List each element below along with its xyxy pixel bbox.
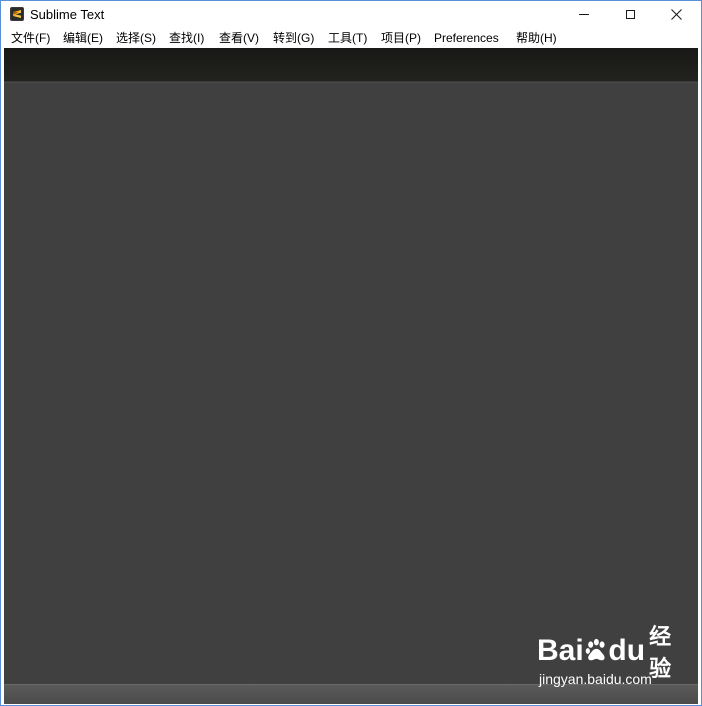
window-title: Sublime Text (30, 7, 105, 22)
sublime-logo-mark (13, 10, 21, 18)
menu-preferences[interactable]: Preferences (434, 30, 499, 46)
menu-find[interactable]: 查找(I) (169, 30, 204, 46)
menu-tools[interactable]: 工具(T) (328, 30, 367, 46)
maximize-button[interactable] (607, 1, 653, 28)
menu-help[interactable]: 帮助(H) (516, 30, 557, 46)
close-icon (670, 9, 682, 20)
watermark-url: jingyan.baidu.com (539, 671, 652, 687)
menu-file[interactable]: 文件(F) (11, 30, 50, 46)
logo-text-du: du (608, 634, 646, 667)
maximize-icon (625, 10, 635, 19)
minimize-icon (579, 14, 589, 15)
menu-project[interactable]: 项目(P) (381, 30, 421, 46)
baidu-jingyan-watermark: Bai du 经验 jingyan.baidu.com (537, 624, 680, 691)
logo-text-bai: Bai (537, 634, 584, 667)
menu-selection[interactable]: 选择(S) (116, 30, 156, 46)
baidu-logo: Bai du 经验 (537, 624, 680, 681)
minimize-button[interactable] (561, 1, 607, 28)
paw-icon (585, 638, 605, 661)
menu-bar: 文件(F) 编辑(E) 选择(S) 查找(I) 查看(V) 转到(G) 工具(T… (1, 28, 701, 48)
menu-view[interactable]: 查看(V) (219, 30, 259, 46)
title-bar[interactable]: Sublime Text (1, 1, 701, 28)
close-button[interactable] (653, 1, 699, 28)
menu-goto[interactable]: 转到(G) (273, 30, 314, 46)
sublime-text-window: Sublime Text 文件(F) 编辑(E) 选择(S) 查找(I) 查看(… (0, 0, 702, 706)
editor-area[interactable] (4, 82, 698, 684)
logo-text-jingyan: 经验 (649, 624, 672, 681)
menu-edit[interactable]: 编辑(E) (63, 30, 103, 46)
tab-strip[interactable] (4, 48, 698, 82)
sublime-text-icon[interactable] (10, 7, 24, 21)
